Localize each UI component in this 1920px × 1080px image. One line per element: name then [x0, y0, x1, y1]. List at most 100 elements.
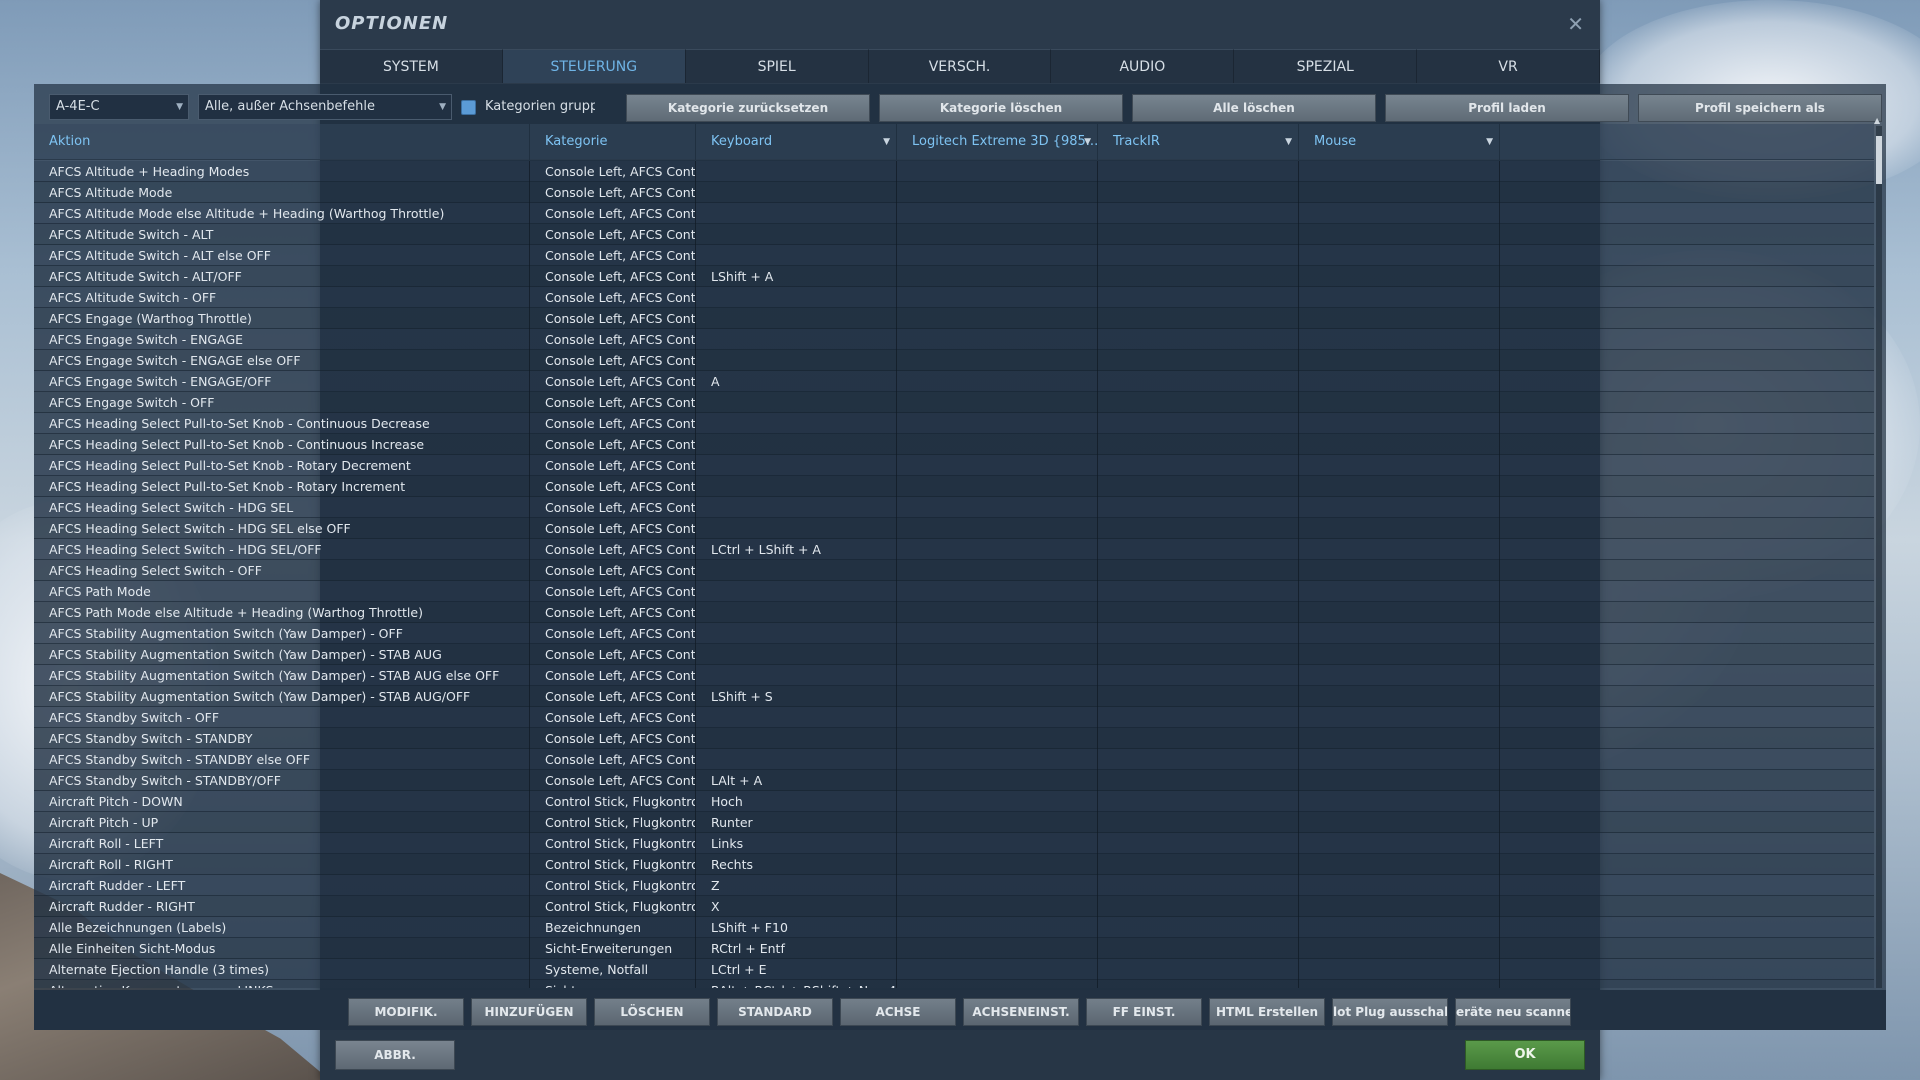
trackir-cell[interactable] — [1098, 896, 1299, 917]
keyboard-cell[interactable] — [696, 392, 897, 413]
trackir-cell[interactable] — [1098, 455, 1299, 476]
mouse-cell[interactable] — [1299, 350, 1500, 371]
category-cell[interactable]: Control Stick, Flugkontroll — [530, 791, 696, 812]
joystick-cell[interactable] — [897, 791, 1098, 812]
mouse-cell[interactable] — [1299, 245, 1500, 266]
mouse-cell[interactable] — [1299, 644, 1500, 665]
default-button[interactable]: STANDARD — [717, 998, 833, 1026]
clear-category-button[interactable]: Kategorie löschen — [879, 94, 1123, 122]
mouse-cell[interactable] — [1299, 266, 1500, 287]
add-button[interactable]: HINZUFÜGEN — [471, 998, 587, 1026]
action-cell[interactable]: AFCS Standby Switch - STANDBY/OFF — [34, 770, 530, 791]
keyboard-cell[interactable] — [696, 329, 897, 350]
action-cell[interactable]: AFCS Standby Switch - STANDBY else OFF — [34, 749, 530, 770]
scroll-thumb[interactable] — [1876, 136, 1882, 184]
category-cell[interactable]: Console Left, AFCS Contr — [530, 602, 696, 623]
keyboard-cell[interactable]: RCtrl + Entf — [696, 938, 897, 959]
column-header-kategorie[interactable]: Kategorie — [530, 124, 696, 160]
trackir-cell[interactable] — [1098, 245, 1299, 266]
category-cell[interactable]: Console Left, AFCS Contr — [530, 749, 696, 770]
table-row[interactable]: AFCS Standby Switch - STANDBY else OFF Co… — [34, 749, 1874, 770]
table-row[interactable]: AFCS Stability Augmentation Switch (Yaw … — [34, 686, 1874, 707]
category-cell[interactable]: Console Left, AFCS Contr — [530, 476, 696, 497]
action-cell[interactable]: AFCS Heading Select Switch - HDG SEL — [34, 497, 530, 518]
axis-settings-button[interactable]: ACHSENEINST. — [963, 998, 1079, 1026]
keyboard-cell[interactable] — [696, 434, 897, 455]
table-row[interactable]: Alternate Ejection Handle (3 times) Syste… — [34, 959, 1874, 980]
ok-button[interactable]: OK — [1465, 1040, 1585, 1070]
trackir-cell[interactable] — [1098, 413, 1299, 434]
clear-all-button[interactable]: Alle löschen — [1132, 94, 1376, 122]
mouse-cell[interactable] — [1299, 833, 1500, 854]
keyboard-cell[interactable]: Rechts — [696, 854, 897, 875]
vertical-scrollbar[interactable]: ▲ ▼ — [1874, 116, 1882, 998]
trackir-cell[interactable] — [1098, 749, 1299, 770]
keyboard-cell[interactable]: X — [696, 896, 897, 917]
filter-select[interactable]: Alle, außer Achsenbefehle ▼ — [198, 94, 452, 120]
tab-spezial[interactable]: SPEZIAL — [1234, 49, 1418, 83]
joystick-cell[interactable] — [897, 497, 1098, 518]
trackir-cell[interactable] — [1098, 665, 1299, 686]
create-html-button[interactable]: HTML Erstellen — [1209, 998, 1325, 1026]
trackir-cell[interactable] — [1098, 392, 1299, 413]
table-row[interactable]: AFCS Engage Switch - ENGAGE/OFF Console L… — [34, 371, 1874, 392]
joystick-cell[interactable] — [897, 581, 1098, 602]
mouse-cell[interactable] — [1299, 518, 1500, 539]
disable-hot-plug-button[interactable]: lot Plug ausschalte — [1332, 998, 1448, 1026]
keyboard-cell[interactable] — [696, 350, 897, 371]
joystick-cell[interactable] — [897, 959, 1098, 980]
table-row[interactable]: AFCS Path Mode Console Left, AFCS Contr — [34, 581, 1874, 602]
keyboard-cell[interactable]: LCtrl + LShift + A — [696, 539, 897, 560]
category-cell[interactable]: Console Left, AFCS Contr — [530, 455, 696, 476]
category-cell[interactable]: Console Left, AFCS Contr — [530, 161, 696, 182]
action-cell[interactable]: Alle Bezeichnungen (Labels) — [34, 917, 530, 938]
category-cell[interactable]: Console Left, AFCS Contr — [530, 434, 696, 455]
category-cell[interactable]: Console Left, AFCS Contr — [530, 350, 696, 371]
joystick-cell[interactable] — [897, 308, 1098, 329]
table-row[interactable]: AFCS Engage Switch - ENGAGE Console Left,… — [34, 329, 1874, 350]
joystick-cell[interactable] — [897, 833, 1098, 854]
keyboard-cell[interactable]: RAlt + RCtrl + RShift + Num4 — [696, 980, 897, 988]
close-icon[interactable]: ✕ — [1567, 12, 1584, 36]
category-cell[interactable]: Control Stick, Flugkontroll — [530, 854, 696, 875]
joystick-cell[interactable] — [897, 539, 1098, 560]
category-cell[interactable]: Console Left, AFCS Contr — [530, 203, 696, 224]
action-cell[interactable]: AFCS Standby Switch - STANDBY — [34, 728, 530, 749]
mouse-cell[interactable] — [1299, 602, 1500, 623]
joystick-cell[interactable] — [897, 182, 1098, 203]
scroll-up-icon[interactable]: ▲ — [1874, 116, 1880, 125]
keyboard-cell[interactable] — [696, 749, 897, 770]
table-row[interactable]: Alternative Kamerasteuerung LINKSSichten… — [34, 980, 1874, 988]
action-cell[interactable]: AFCS Altitude + Heading Modes — [34, 161, 530, 182]
action-cell[interactable]: AFCS Engage Switch - ENGAGE/OFF — [34, 371, 530, 392]
trackir-cell[interactable] — [1098, 686, 1299, 707]
joystick-cell[interactable] — [897, 266, 1098, 287]
trackir-cell[interactable] — [1098, 812, 1299, 833]
tab-versch[interactable]: VERSCH. — [868, 49, 1052, 83]
table-row[interactable]: AFCS Altitude Mode Console Left, AFCS Con… — [34, 182, 1874, 203]
action-cell[interactable]: AFCS Heading Select Switch - HDG SEL els… — [34, 518, 530, 539]
joystick-cell[interactable] — [897, 686, 1098, 707]
tab-system[interactable]: SYSTEM — [320, 49, 503, 83]
action-cell[interactable]: AFCS Heading Select Switch - OFF — [34, 560, 530, 581]
mouse-cell[interactable] — [1299, 623, 1500, 644]
joystick-cell[interactable] — [897, 938, 1098, 959]
action-cell[interactable]: AFCS Heading Select Pull-to-Set Knob - C… — [34, 413, 530, 434]
mouse-cell[interactable] — [1299, 770, 1500, 791]
mouse-cell[interactable] — [1299, 749, 1500, 770]
joystick-cell[interactable] — [897, 287, 1098, 308]
trackir-cell[interactable] — [1098, 938, 1299, 959]
mouse-cell[interactable] — [1299, 707, 1500, 728]
category-cell[interactable]: Console Left, AFCS Contr — [530, 245, 696, 266]
group-categories-checkbox[interactable] — [461, 100, 476, 115]
table-row[interactable]: Alle Bezeichnungen (Labels) Bezeichnungen… — [34, 917, 1874, 938]
trackir-cell[interactable] — [1098, 875, 1299, 896]
joystick-cell[interactable] — [897, 224, 1098, 245]
joystick-cell[interactable] — [897, 518, 1098, 539]
mouse-cell[interactable] — [1299, 854, 1500, 875]
category-cell[interactable]: Console Left, AFCS Contr — [530, 182, 696, 203]
keyboard-cell[interactable] — [696, 224, 897, 245]
action-cell[interactable]: AFCS Stability Augmentation Switch (Yaw … — [34, 644, 530, 665]
trackir-cell[interactable] — [1098, 434, 1299, 455]
joystick-cell[interactable] — [897, 350, 1098, 371]
